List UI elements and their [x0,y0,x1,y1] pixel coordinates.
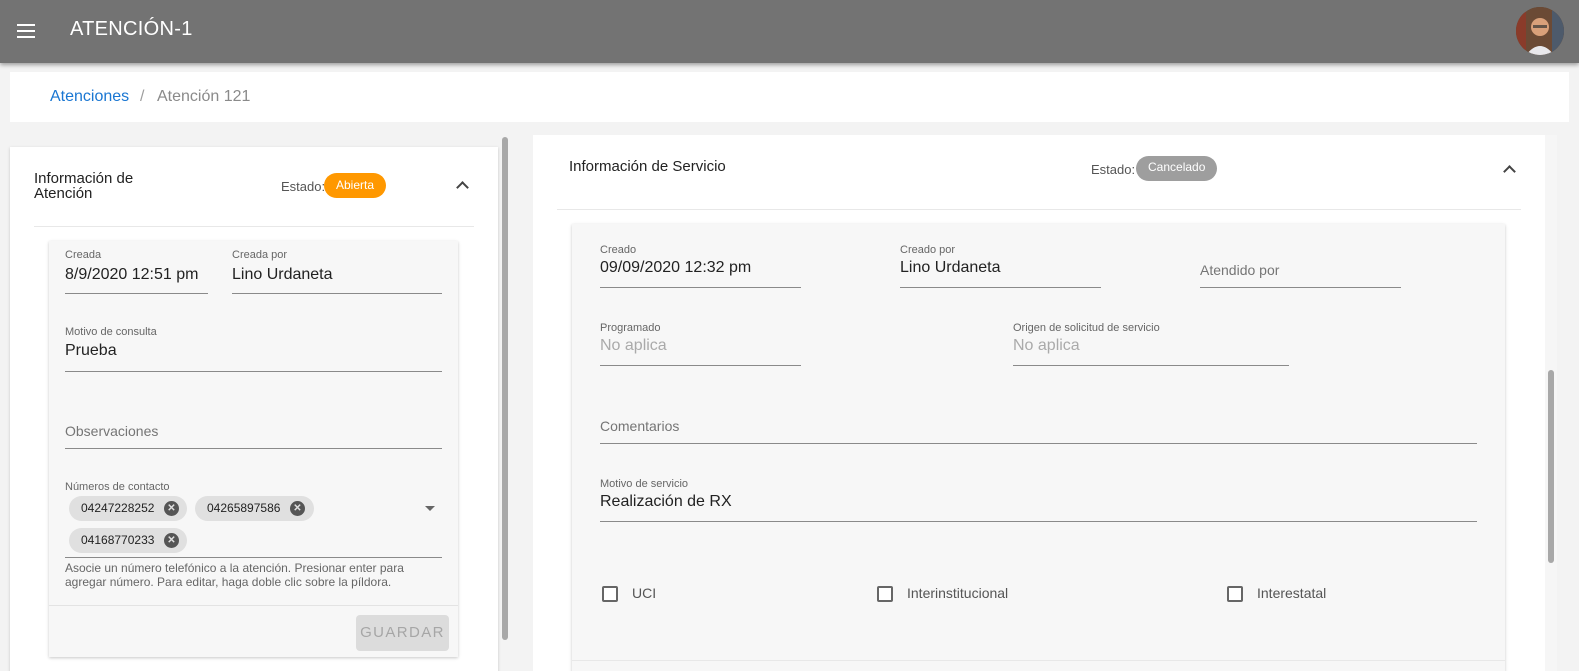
origen-solicitud-field[interactable]: Origen de solicitud de servicio No aplic… [1013,322,1289,366]
creado-por-label: Creado por [900,244,956,256]
creado-por-value: Lino Urdaneta [900,259,1001,276]
atendido-por-field[interactable]: Atendido por [1200,244,1401,288]
interinstitucional-checkbox[interactable] [877,586,893,602]
app-bar: ATENCIÓN-1 [0,0,1579,63]
cancel-circle-icon[interactable]: ✕ [290,501,305,516]
servicio-status-badge: Cancelado [1136,156,1218,181]
creada-por-label: Creada por [232,249,288,261]
guardar-button[interactable]: GUARDAR [356,615,449,651]
motivo-servicio-label: Motivo de servicio [600,478,689,490]
atencion-form-card: Creada 8/9/2020 12:51 pm Creada por Lino… [49,241,458,657]
servicio-section-title: Información de Servicio [569,158,726,175]
creado-por-field: Creado por Lino Urdaneta [900,244,1101,288]
atencion-card-actions: GUARDAR [49,605,458,657]
creada-value: 8/9/2020 12:51 pm [65,266,199,283]
cancel-circle-icon[interactable]: ✕ [164,501,179,516]
motivo-consulta-label: Motivo de consulta [65,326,157,338]
creada-por-field: Creada por Lino Urdaneta [232,249,442,294]
motivo-consulta-field[interactable]: Motivo de consulta Prueba [65,326,442,372]
creada-label: Creada [65,249,102,261]
servicio-card-bottom-divider [572,660,1505,661]
atencion-card: Información de Atención Estado: Abierta … [10,147,498,671]
interestatal-checkbox[interactable] [1227,586,1243,602]
app-title: ATENCIÓN-1 [70,18,193,40]
motivo-servicio-field[interactable]: Motivo de servicio Realización de RX [600,478,1477,522]
contact-chip[interactable]: 04265897586 ✕ [195,496,314,521]
user-avatar[interactable] [1516,7,1564,55]
uci-checkbox-label: UCI [632,585,657,601]
creado-label: Creado [600,244,637,256]
servicio-divider [557,209,1521,210]
breadcrumb: Atenciones / Atención 121 [10,72,1569,122]
servicio-estado-label: Estado: [1091,162,1136,177]
servicio-card: Información de Servicio Estado: Cancelad… [533,135,1545,671]
contact-chip-label: 04265897586 [207,501,281,515]
atencion-section-title: Información de Atención [34,170,134,202]
collapse-servicio-icon[interactable] [1503,163,1515,175]
observaciones-placeholder: Observaciones [65,423,159,439]
creada-por-value: Lino Urdaneta [232,266,333,283]
comentarios-field[interactable]: Comentarios [600,406,1477,444]
collapse-atencion-icon[interactable] [456,179,468,191]
contact-chip-label: 04247228252 [81,501,155,515]
contact-chip[interactable]: 04247228252 ✕ [69,496,187,521]
motivo-servicio-value: Realización de RX [600,493,732,510]
interinstitucional-checkbox-label: Interinstitucional [907,585,1009,601]
programado-field[interactable]: Programado No aplica [600,322,801,366]
atencion-status-badge: Abierta [324,173,387,198]
comentarios-placeholder: Comentarios [600,418,680,434]
interestatal-checkbox-label: Interestatal [1257,585,1327,601]
creado-value: 09/09/2020 12:32 pm [600,259,752,276]
contactos-field[interactable]: Números de contacto 04247228252 ✕ 042658… [65,481,442,558]
origen-solicitud-value: No aplica [1013,337,1080,354]
servicio-panel: Información de Servicio Estado: Cancelad… [523,135,1579,671]
atencion-panel: Información de Atención Estado: Abierta … [0,135,512,671]
servicio-form-card: Creado 09/09/2020 12:32 pm Creado por Li… [572,224,1505,671]
programado-value: No aplica [600,337,667,354]
cancel-circle-icon[interactable]: ✕ [164,533,179,548]
atendido-por-placeholder: Atendido por [1200,262,1280,278]
creado-field: Creado 09/09/2020 12:32 pm [600,244,801,288]
observaciones-field[interactable]: Observaciones [65,411,442,449]
right-scrollbar[interactable] [1548,370,1554,563]
contactos-hint: Asocie un número telefónico a la atenció… [65,561,404,589]
left-scrollbar[interactable] [502,137,508,640]
programado-label: Programado [600,322,661,334]
atencion-estado-label: Estado: [281,179,326,194]
contact-chip-label: 04168770233 [81,533,155,547]
breadcrumb-current: Atención 121 [157,88,251,105]
motivo-consulta-value: Prueba [65,342,117,359]
uci-checkbox[interactable] [602,586,618,602]
contactos-label: Números de contacto [65,481,170,493]
origen-solicitud-label: Origen de solicitud de servicio [1013,322,1160,334]
arrow-drop-down-icon[interactable] [425,506,435,511]
creada-field: Creada 8/9/2020 12:51 pm [65,249,208,294]
breadcrumb-link-atenciones[interactable]: Atenciones [50,88,129,106]
menu-icon[interactable] [14,21,38,41]
contact-chip[interactable]: 04168770233 ✕ [69,528,187,553]
atencion-divider [34,226,474,227]
breadcrumb-separator: / [140,88,145,105]
